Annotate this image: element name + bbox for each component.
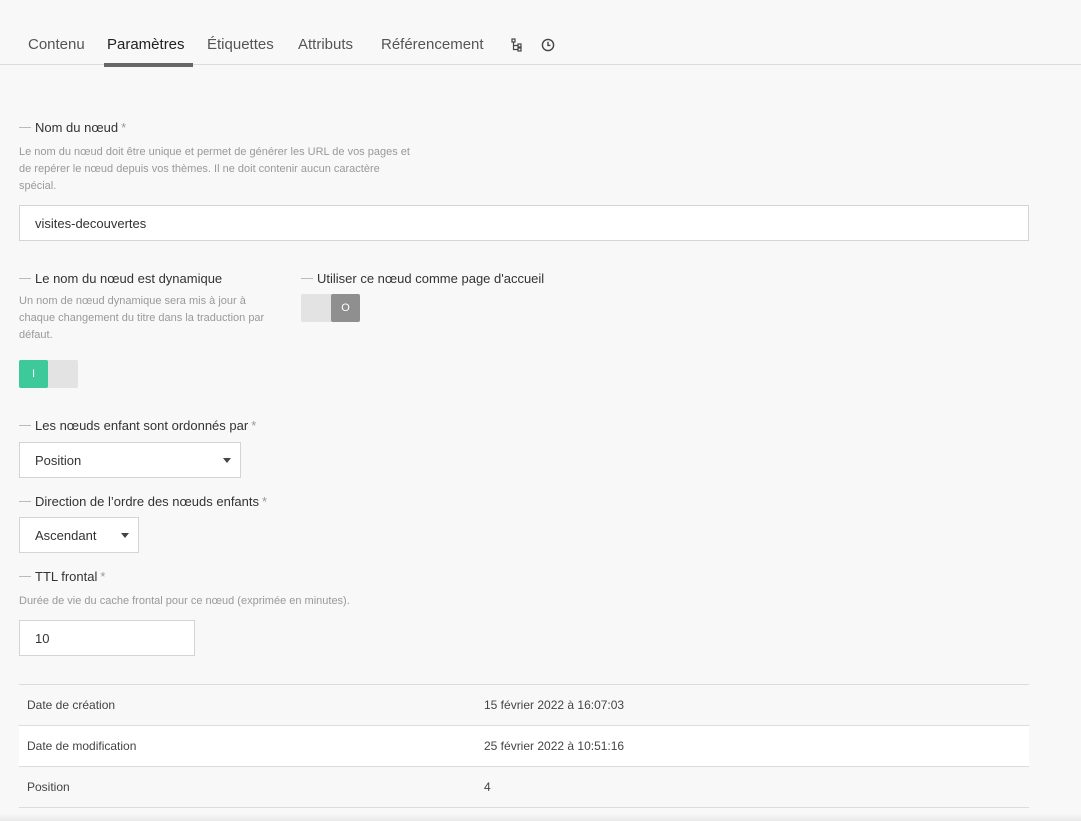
bottom-shadow [0,813,1081,821]
tab-attributs[interactable]: Attributs [298,36,353,53]
tree-icon[interactable] [510,38,524,52]
info-value: 25 février 2022 à 10:51:16 [484,739,625,753]
info-key: Date de modification [27,739,137,753]
ttl-label-text: TTL frontal [35,569,98,584]
node-name-label: Nom du nœud * [19,120,126,135]
node-name-help: Le nom du nœud doit être unique et perme… [19,146,410,192]
info-value: 4 [484,780,491,794]
required-mark: * [262,494,268,509]
dynamic-name-toggle[interactable]: I [19,360,78,388]
order-direction-select[interactable]: Ascendant [19,517,139,553]
order-direction-value: Ascendant [35,527,97,543]
order-direction-label-text: Direction de l’ordre des nœuds enfants [35,494,260,509]
required-mark: * [121,120,127,135]
info-key: Date de création [27,698,116,712]
children-order-value: Position [35,452,82,468]
ttl-input[interactable] [19,620,195,656]
dynamic-name-label: Le nom du nœud est dynamique [19,271,222,286]
chevron-down-icon [121,533,129,538]
home-page-label-text: Utiliser ce nœud comme page d'accueil [317,271,545,286]
children-order-label-text: Les nœuds enfant sont ordonnés par [35,418,249,433]
table-row: Position 4 [19,767,1029,808]
tab-bar: Contenu Paramètres Étiquettes Attributs … [0,0,1081,67]
toggle-knob: O [331,294,360,322]
tab-referencement[interactable]: Référencement [381,36,484,53]
tab-contenu[interactable]: Contenu [28,36,85,53]
table-row: Date de création 15 février 2022 à 16:07… [19,685,1029,726]
ttl-help: Durée de vie du cache frontal pour ce nœ… [19,595,350,607]
children-order-label: Les nœuds enfant sont ordonnés par * [19,418,256,433]
history-clock-icon[interactable] [541,38,555,52]
table-row: Date de modification 25 février 2022 à 1… [19,726,1029,767]
home-page-toggle[interactable]: O [301,294,360,322]
toggle-knob: I [19,360,48,388]
dynamic-name-help: Un nom de nœud dynamique sera mis à jour… [19,295,265,341]
node-info-table: Date de création 15 février 2022 à 16:07… [19,684,1029,808]
order-direction-label: Direction de l’ordre des nœuds enfants * [19,494,267,509]
active-tab-indicator [104,63,193,67]
dynamic-name-label-text: Le nom du nœud est dynamique [35,271,223,286]
node-name-input[interactable] [19,205,1029,241]
chevron-down-icon [223,458,231,463]
info-key: Position [27,780,70,794]
ttl-label: TTL frontal * [19,569,105,584]
children-order-select[interactable]: Position [19,442,241,478]
node-name-label-text: Nom du nœud [35,120,119,135]
required-mark: * [251,418,257,433]
tab-etiquettes[interactable]: Étiquettes [207,36,274,53]
info-value: 15 février 2022 à 16:07:03 [484,698,625,712]
home-page-label: Utiliser ce nœud comme page d'accueil [301,271,544,286]
tab-parametres[interactable]: Paramètres [107,36,185,53]
required-mark: * [100,569,106,584]
